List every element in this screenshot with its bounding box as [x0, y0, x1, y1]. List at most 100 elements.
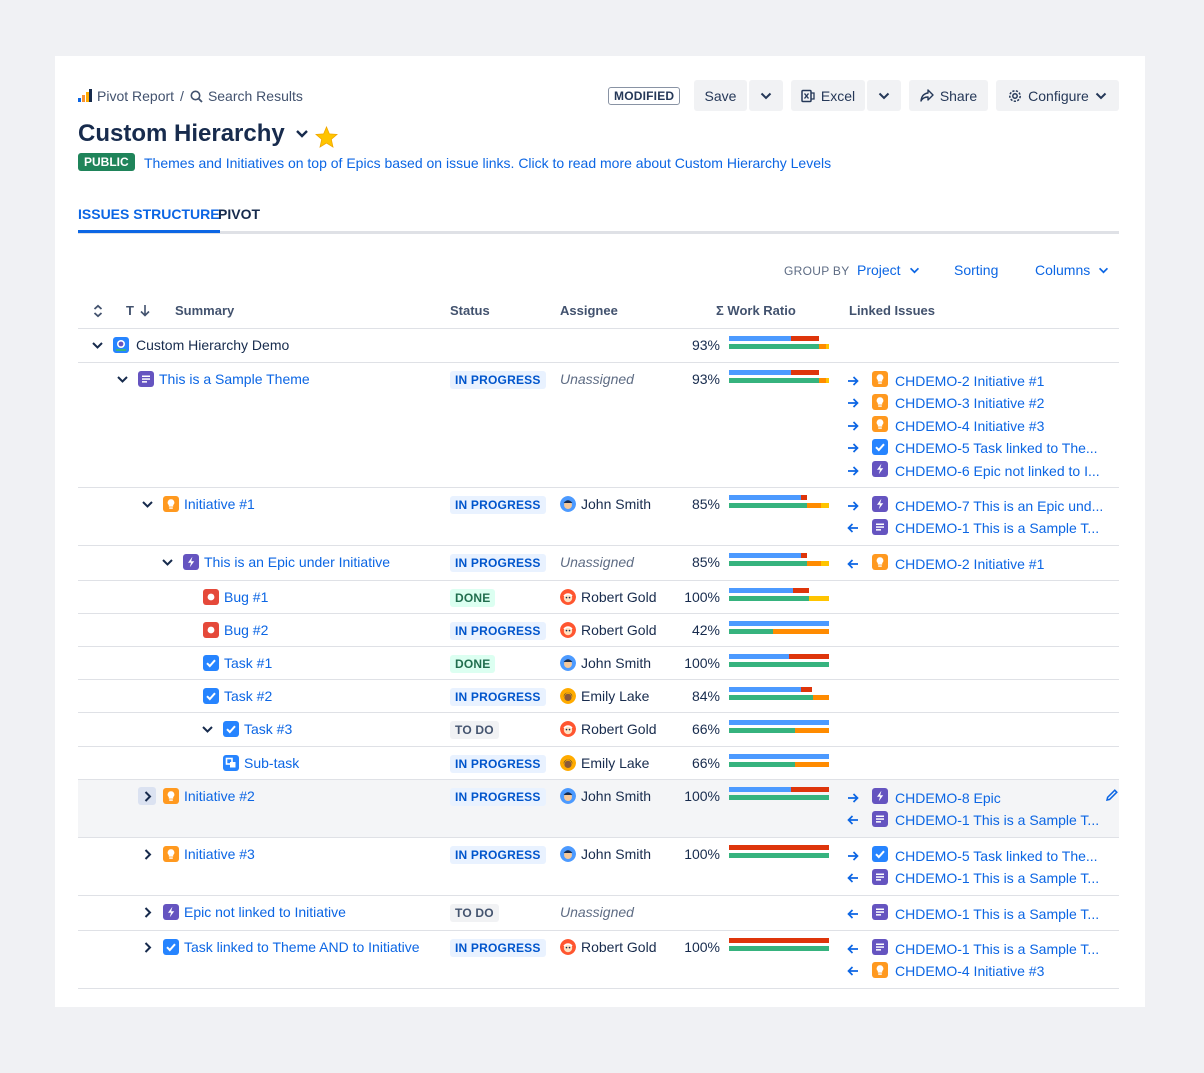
issue-summary[interactable]: Task #2: [224, 688, 272, 704]
linked-issue[interactable]: CHDEMO-6 Epic not linked to I...: [847, 461, 1100, 480]
work-ratio-percent: 100%: [684, 939, 720, 955]
inward-arrow-icon: [847, 815, 861, 825]
linked-issue[interactable]: CHDEMO-1 This is a Sample T...: [847, 810, 1099, 830]
status-badge: IN PROGRESS: [450, 622, 546, 640]
expand-collapse-all-icon[interactable]: [92, 304, 104, 318]
collapse-toggle-icon[interactable]: [198, 720, 216, 738]
issue-summary[interactable]: Epic not linked to Initiative: [184, 904, 346, 920]
linked-issue[interactable]: CHDEMO-5 Task linked to The...: [847, 846, 1098, 865]
collapse-toggle-icon[interactable]: [88, 336, 106, 354]
bar-segment: [729, 621, 829, 626]
issue-summary[interactable]: This is an Epic under Initiative: [204, 554, 390, 570]
estimate-bar: [729, 621, 829, 626]
collapse-toggle-icon[interactable]: [158, 553, 176, 571]
linked-issue[interactable]: CHDEMO-7 This is an Epic und...: [847, 496, 1103, 515]
spent-bar: [729, 378, 829, 383]
issue-summary[interactable]: Task #1: [224, 655, 272, 671]
title-dropdown-chevron-icon[interactable]: [295, 129, 309, 139]
subtask-icon: [223, 755, 239, 771]
sort-descending-icon[interactable]: [139, 304, 151, 317]
column-header-work-ratio[interactable]: Σ Work Ratio: [716, 303, 796, 318]
bar-segment: [729, 503, 807, 508]
issue-summary[interactable]: This is a Sample Theme: [159, 371, 310, 387]
column-header-assignee[interactable]: Assignee: [560, 303, 618, 318]
bar-segment: [729, 720, 829, 725]
estimate-bar: [729, 687, 829, 692]
linked-issue-text: CHDEMO-2 Initiative #1: [895, 372, 1045, 389]
column-header-summary[interactable]: Summary: [175, 303, 234, 318]
issue-summary[interactable]: Initiative #2: [184, 788, 255, 804]
expand-toggle-icon[interactable]: [138, 938, 156, 956]
expand-toggle-icon[interactable]: [138, 787, 156, 805]
spent-bar: [729, 853, 829, 858]
bar-segment: [813, 695, 829, 700]
issue-summary[interactable]: Bug #1: [224, 589, 268, 605]
expand-toggle-icon[interactable]: [138, 903, 156, 921]
estimate-bar: [729, 495, 829, 500]
avatar: [560, 846, 576, 862]
excel-options-button[interactable]: [867, 80, 901, 111]
assignee: John Smith: [560, 846, 651, 862]
expand-toggle-icon[interactable]: [138, 845, 156, 863]
row-divider: [78, 779, 1119, 780]
breadcrumb-search-results[interactable]: Search Results: [190, 88, 303, 104]
initiative-icon: [872, 554, 888, 573]
assignee: Robert Gold: [560, 939, 656, 955]
pivot-report-icon: [78, 89, 92, 102]
issue-summary[interactable]: Task linked to Theme AND to Initiative: [184, 939, 420, 955]
search-icon: [190, 90, 203, 103]
linked-issue[interactable]: CHDEMO-1 This is a Sample T...: [847, 868, 1099, 888]
page-title: Custom Hierarchy: [78, 120, 309, 148]
outward-arrow-icon: [847, 850, 861, 861]
assignee-name: Emily Lake: [581, 688, 650, 704]
columns-select[interactable]: Columns: [1035, 262, 1109, 278]
bar-segment: [809, 596, 829, 601]
collapse-toggle-icon[interactable]: [138, 495, 156, 513]
issue-summary[interactable]: Task #3: [244, 721, 292, 737]
issue-summary[interactable]: Bug #2: [224, 622, 268, 638]
favorite-star-icon[interactable]: [315, 126, 338, 148]
linked-issue[interactable]: CHDEMO-1 This is a Sample T...: [847, 939, 1099, 958]
status-badge: IN PROGRESS: [450, 939, 546, 957]
configure-button[interactable]: Configure: [996, 80, 1119, 111]
issue-summary[interactable]: Sub-task: [244, 755, 299, 771]
linked-issue[interactable]: CHDEMO-2 Initiative #1: [847, 371, 1044, 390]
bar-segment: [729, 946, 829, 951]
report-card: Pivot Report / Search Results MODIFIED S…: [55, 56, 1145, 1007]
description-link[interactable]: Themes and Initiatives on top of Epics b…: [144, 155, 831, 171]
bar-segment: [729, 728, 795, 733]
issue-summary[interactable]: Initiative #3: [184, 846, 255, 862]
collapse-toggle-icon[interactable]: [113, 370, 131, 388]
spent-bar: [729, 561, 829, 566]
column-header-type[interactable]: T: [126, 303, 134, 318]
linked-issue[interactable]: CHDEMO-3 Initiative #2: [847, 393, 1044, 413]
save-options-button[interactable]: [749, 80, 783, 111]
group-by-select[interactable]: Project: [857, 262, 920, 278]
spent-bar: [729, 762, 829, 767]
linked-issue[interactable]: CHDEMO-4 Initiative #3: [847, 416, 1044, 435]
tab-issues-structure[interactable]: ISSUES STRUCTURE: [78, 206, 220, 233]
issue-summary[interactable]: Initiative #1: [184, 496, 255, 512]
linked-issue[interactable]: CHDEMO-4 Initiative #3: [847, 961, 1044, 981]
linked-issue[interactable]: CHDEMO-2 Initiative #1: [847, 554, 1044, 573]
edit-pencil-icon[interactable]: [1105, 788, 1119, 802]
share-button[interactable]: Share: [909, 80, 988, 111]
sorting-button[interactable]: Sorting: [954, 262, 998, 278]
column-header-status[interactable]: Status: [450, 303, 490, 318]
work-ratio-bars: [729, 336, 829, 352]
column-header-linked-issues[interactable]: Linked Issues: [849, 303, 935, 318]
breadcrumb-pivot-report[interactable]: Pivot Report: [78, 88, 174, 104]
linked-issue-text: CHDEMO-2 Initiative #1: [895, 555, 1045, 572]
linked-issue[interactable]: CHDEMO-1 This is a Sample T...: [847, 518, 1099, 538]
tab-pivot[interactable]: PIVOT: [218, 206, 260, 230]
excel-export-button[interactable]: Excel: [791, 80, 865, 111]
estimate-bar: [729, 754, 829, 759]
task-icon: [872, 438, 888, 458]
linked-issue[interactable]: CHDEMO-1 This is a Sample T...: [847, 904, 1099, 923]
work-ratio-percent: 100%: [684, 655, 720, 671]
bar-segment: [729, 378, 819, 383]
linked-issue[interactable]: CHDEMO-8 Epic: [847, 788, 1001, 807]
bar-segment: [729, 687, 801, 692]
linked-issue[interactable]: CHDEMO-5 Task linked to The...: [847, 438, 1098, 458]
save-button[interactable]: Save: [694, 80, 747, 111]
